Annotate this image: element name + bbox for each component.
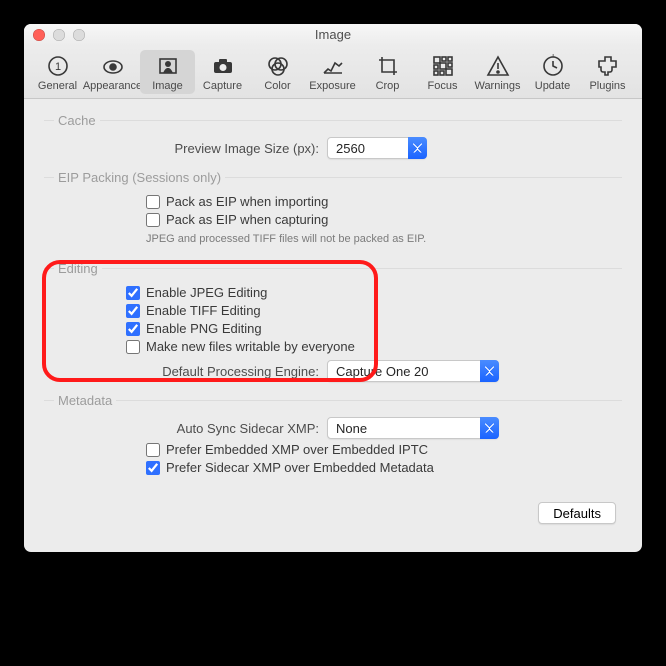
auto-sync-label: Auto Sync Sidecar XMP: bbox=[54, 421, 327, 436]
tab-label: Capture bbox=[203, 80, 242, 92]
tab-label: Warnings bbox=[474, 80, 520, 92]
eip-section: EIP Packing (Sessions only) Pack as EIP … bbox=[44, 170, 622, 255]
preview-size-label: Preview Image Size (px): bbox=[54, 141, 327, 156]
tab-label: Update bbox=[535, 80, 570, 92]
auto-sync-select[interactable]: None bbox=[327, 417, 499, 439]
tiff-editing-checkbox[interactable] bbox=[126, 304, 140, 318]
engine-label: Default Processing Engine: bbox=[54, 364, 327, 379]
metadata-section: Metadata Auto Sync Sidecar XMP: None Pre… bbox=[44, 393, 622, 480]
png-editing-checkbox[interactable] bbox=[126, 322, 140, 336]
warnings-icon bbox=[486, 53, 510, 79]
preferences-toolbar: 1 General Appearance Image Capture Color Expos… bbox=[24, 46, 642, 99]
tab-color[interactable]: Color bbox=[250, 50, 305, 94]
tab-label: Focus bbox=[428, 80, 458, 92]
tab-label: Exposure bbox=[309, 80, 355, 92]
tab-crop[interactable]: Crop bbox=[360, 50, 415, 94]
editing-section: Editing Enable JPEG Editing Enable TIFF … bbox=[44, 261, 622, 387]
titlebar: Image bbox=[24, 24, 642, 46]
exposure-icon bbox=[321, 53, 345, 79]
tab-label: Appearance bbox=[83, 80, 142, 92]
jpeg-editing-label: Enable JPEG Editing bbox=[146, 285, 267, 300]
metadata-legend: Metadata bbox=[54, 393, 116, 408]
capture-icon bbox=[211, 53, 235, 79]
image-icon bbox=[156, 53, 180, 79]
writable-checkbox[interactable] bbox=[126, 340, 140, 354]
tab-appearance[interactable]: Appearance bbox=[85, 50, 140, 94]
close-icon[interactable] bbox=[33, 29, 45, 41]
tab-image[interactable]: Image bbox=[140, 50, 195, 94]
crop-icon bbox=[376, 53, 400, 79]
general-icon: 1 bbox=[46, 53, 70, 79]
tab-label: General bbox=[38, 80, 77, 92]
prefer-sidecar-label: Prefer Sidecar XMP over Embedded Metadat… bbox=[166, 460, 434, 475]
tab-general[interactable]: 1 General bbox=[30, 50, 85, 94]
eip-capturing-label: Pack as EIP when capturing bbox=[166, 212, 328, 227]
preferences-body: Cache Preview Image Size (px): 2560 EIP … bbox=[24, 99, 642, 552]
color-icon bbox=[266, 53, 290, 79]
window-title: Image bbox=[315, 27, 351, 42]
tiff-editing-label: Enable TIFF Editing bbox=[146, 303, 261, 318]
cache-section: Cache Preview Image Size (px): 2560 bbox=[44, 113, 622, 164]
tab-label: Crop bbox=[376, 80, 400, 92]
tab-exposure[interactable]: Exposure bbox=[305, 50, 360, 94]
eip-capturing-checkbox[interactable] bbox=[146, 213, 160, 227]
svg-text:1: 1 bbox=[54, 61, 60, 73]
eip-importing-checkbox[interactable] bbox=[146, 195, 160, 209]
engine-select[interactable]: Capture One 20 bbox=[327, 360, 499, 382]
tab-plugins[interactable]: Plugins bbox=[580, 50, 635, 94]
eip-note: JPEG and processed TIFF files will not b… bbox=[146, 233, 612, 245]
prefer-sidecar-checkbox[interactable] bbox=[146, 461, 160, 475]
window-controls bbox=[33, 29, 85, 41]
minimize-icon[interactable] bbox=[53, 29, 65, 41]
tab-warnings[interactable]: Warnings bbox=[470, 50, 525, 94]
update-icon: 1 bbox=[541, 53, 565, 79]
plugins-icon bbox=[596, 53, 620, 79]
tab-update[interactable]: 1 Update bbox=[525, 50, 580, 94]
tab-label: Plugins bbox=[589, 80, 625, 92]
eip-importing-label: Pack as EIP when importing bbox=[166, 194, 328, 209]
svg-text:1: 1 bbox=[550, 54, 555, 59]
prefer-embedded-label: Prefer Embedded XMP over Embedded IPTC bbox=[166, 442, 428, 457]
tab-focus[interactable]: Focus bbox=[415, 50, 470, 94]
editing-legend: Editing bbox=[54, 261, 102, 276]
png-editing-label: Enable PNG Editing bbox=[146, 321, 262, 336]
eip-legend: EIP Packing (Sessions only) bbox=[54, 170, 225, 185]
tab-label: Color bbox=[264, 80, 290, 92]
tab-capture[interactable]: Capture bbox=[195, 50, 250, 94]
jpeg-editing-checkbox[interactable] bbox=[126, 286, 140, 300]
appearance-icon bbox=[101, 53, 125, 79]
cache-legend: Cache bbox=[54, 113, 100, 128]
zoom-icon[interactable] bbox=[73, 29, 85, 41]
focus-icon bbox=[431, 53, 455, 79]
defaults-button[interactable]: Defaults bbox=[538, 502, 616, 524]
prefer-embedded-checkbox[interactable] bbox=[146, 443, 160, 457]
writable-label: Make new files writable by everyone bbox=[146, 339, 355, 354]
tab-label: Image bbox=[152, 80, 183, 92]
preferences-window: Image 1 General Appearance Image Capture Colo… bbox=[24, 24, 642, 552]
preview-size-select[interactable]: 2560 bbox=[327, 137, 427, 159]
